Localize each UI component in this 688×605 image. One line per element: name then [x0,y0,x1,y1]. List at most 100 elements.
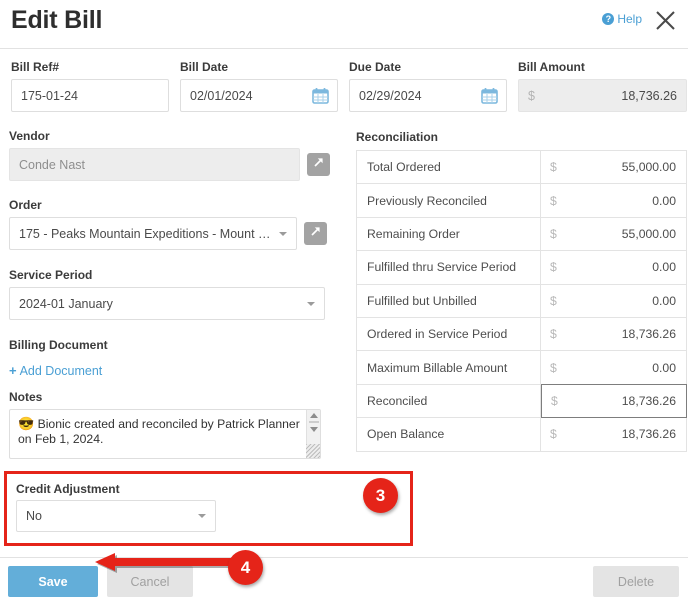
currency-symbol: $ [550,193,557,208]
table-row: Maximum Billable Amount $0.00 [357,351,686,385]
reconciliation-row-label: Ordered in Service Period [357,317,541,351]
chevron-down-icon [279,231,287,236]
service-period-label: Service Period [9,268,93,282]
bill-date-label: Bill Date [180,60,229,74]
edit-bill-dialog: Edit Bill ? Help Bill Ref# 175-01-24 Bil… [0,0,688,605]
credit-adjustment-highlight-region: Credit Adjustment No [4,471,413,546]
reconciliation-row-label: Remaining Order [357,217,541,251]
bill-ref-value: 175-01-24 [21,88,78,103]
notes-value: Bionic created and reconciled by Patrick… [18,417,300,446]
vendor-value: Conde Nast [19,157,86,172]
reconciliation-row-label: Maximum Billable Amount [357,351,541,384]
reconciliation-title: Reconciliation [356,130,439,144]
bill-amount-label: Bill Amount [518,60,585,74]
table-row: Reconciled $18,736.26 [357,383,687,419]
scroll-up-icon[interactable] [309,413,318,418]
order-select[interactable]: 175 - Peaks Mountain Expeditions - Mount… [9,217,297,250]
help-label: Help [617,12,642,26]
order-value: 175 - Peaks Mountain Expeditions - Mount… [19,226,273,241]
reconciliation-row-label: Open Balance [357,418,541,451]
external-link-icon [309,225,322,243]
reconciliation-row-value-cell: $55,000.00 [541,218,686,250]
order-open-button[interactable] [304,222,327,245]
reconciliation-row-label: Fulfilled but Unbilled [357,284,541,317]
notes-textarea[interactable]: 😎 Bionic created and reconciled by Patri… [9,409,321,459]
billing-document-group: Billing Document + Add Document [9,338,108,380]
reconciliation-row-value-cell: $0.00 [541,251,686,283]
bill-ref-group: Bill Ref# 175-01-24 [11,60,169,112]
currency-symbol: $ [550,226,557,241]
bill-ref-label: Bill Ref# [11,60,60,74]
reconciliation-row-amount: 0.00 [652,360,676,375]
billing-document-label: Billing Document [9,338,108,352]
reconciliation-row-value-cell: $18,736.26 [541,318,686,350]
reconciliation-row-label: Reconciled [357,384,541,418]
credit-adjustment-select[interactable]: No [16,500,216,532]
reconciliation-row-label: Previously Reconciled [357,184,541,217]
resize-handle[interactable] [306,444,320,458]
reconciliation-row-label: Fulfilled thru Service Period [357,251,541,284]
scroll-down-icon[interactable] [309,427,318,432]
bill-amount-group: Bill Amount $ 18,736.26 [518,60,687,112]
credit-adjustment-label: Credit Adjustment [16,482,120,496]
annotation-arrow-to-save [95,552,235,580]
bill-date-input[interactable]: 02/01/2024 [180,79,338,112]
table-row: Ordered in Service Period $18,736.26 [357,317,686,352]
currency-symbol: $ [528,88,535,103]
table-row: Fulfilled but Unbilled $0.00 [357,284,686,318]
due-date-value: 02/29/2024 [359,88,422,103]
close-icon[interactable] [653,8,678,33]
reconciliation-row-value-cell[interactable]: $18,736.26 [541,383,687,419]
due-date-group: Due Date 02/29/2024 [349,60,507,112]
table-row: Open Balance $18,736.26 [357,418,686,452]
reconciliation-row-value-cell: $0.00 [541,184,686,216]
reconciliation-row-amount: 0.00 [652,193,676,208]
table-row: Total Ordered $55,000.00 [357,151,686,185]
currency-symbol: $ [550,260,557,275]
currency-symbol: $ [551,393,558,408]
currency-symbol: $ [550,160,557,175]
reconciliation-row-amount: 18,736.26 [621,427,676,442]
add-document-label: Add Document [19,363,103,378]
reconciliation-row-amount: 55,000.00 [621,160,676,175]
save-button[interactable]: Save [8,566,98,597]
service-period-group: Service Period 2024-01 January [9,268,325,320]
calendar-icon[interactable] [312,87,329,104]
reconciliation-row-label: Total Ordered [357,151,541,184]
currency-symbol: $ [550,427,557,442]
bill-amount-value: 18,736.26 [621,88,677,103]
chevron-down-icon [307,301,315,306]
add-document-button[interactable]: + Add Document [9,363,102,378]
reconciliation-row-value-cell: $18,736.26 [541,418,686,450]
dialog-header: Edit Bill ? Help [0,0,688,49]
reconciliation-row-amount: 55,000.00 [621,226,676,241]
notes-label: Notes [9,390,43,404]
reconciliation-row-value-cell: $0.00 [541,351,686,383]
service-period-select[interactable]: 2024-01 January [9,287,325,320]
page-title: Edit Bill [11,6,103,34]
reconciliation-row-amount: 18,736.26 [621,393,676,408]
vendor-group: Vendor Conde Nast [9,129,334,181]
help-link[interactable]: ? Help [602,12,642,26]
bill-date-value: 02/01/2024 [190,88,253,103]
reconciliation-row-amount: 0.00 [652,260,676,275]
plus-icon: + [9,363,17,378]
scroll-track [308,421,319,423]
reconciliation-row-amount: 0.00 [652,293,676,308]
due-date-input[interactable]: 02/29/2024 [349,79,507,112]
service-period-value: 2024-01 January [19,296,113,311]
delete-button[interactable]: Delete [593,566,679,597]
external-link-icon [312,156,325,174]
currency-symbol: $ [550,360,557,375]
order-group: Order 175 - Peaks Mountain Expeditions -… [9,198,334,250]
credit-adjustment-value: No [26,509,42,523]
bill-amount-input: $ 18,736.26 [518,79,687,112]
order-label: Order [9,198,42,212]
reconciliation-row-value-cell: $55,000.00 [541,151,686,183]
vendor-open-button[interactable] [307,153,330,176]
calendar-icon[interactable] [481,87,498,104]
reconciliation-row-amount: 18,736.26 [621,327,676,342]
bill-ref-input[interactable]: 175-01-24 [11,79,169,112]
table-row: Fulfilled thru Service Period $0.00 [357,251,686,285]
annotation-badge-4: 4 [228,550,263,585]
